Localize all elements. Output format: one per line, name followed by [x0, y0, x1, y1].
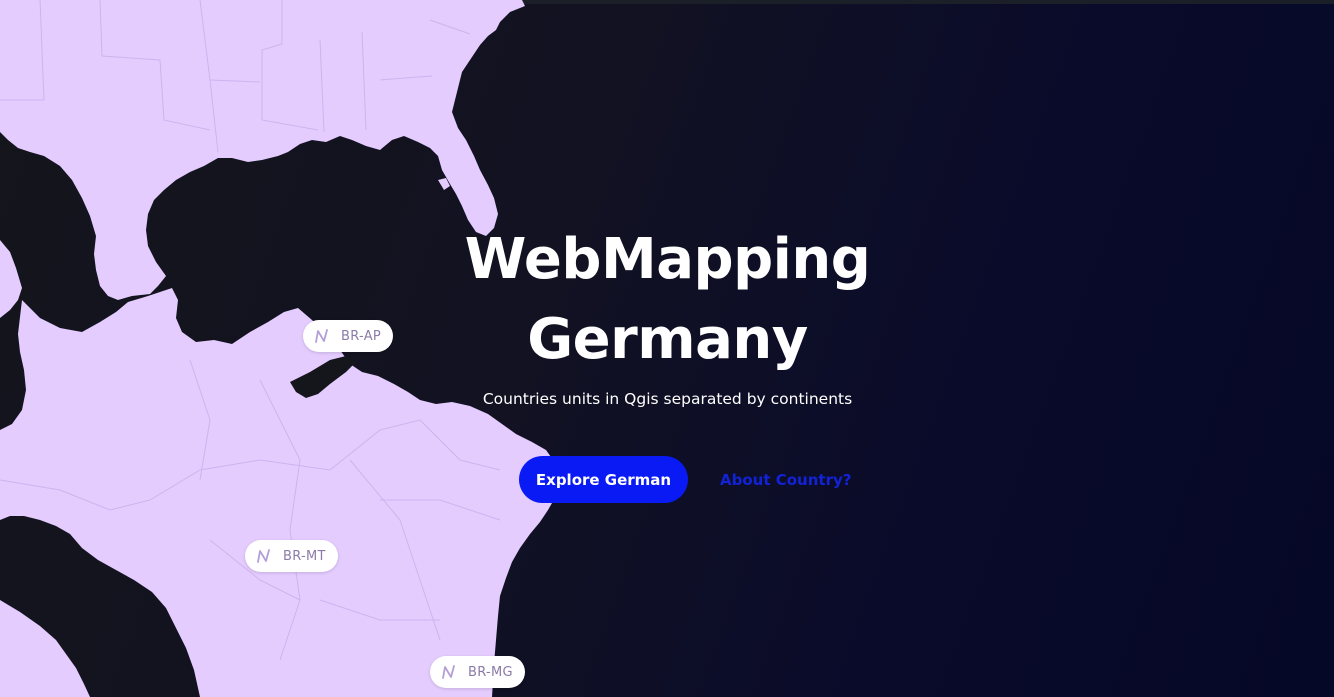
region-label-text: BR-MG — [468, 664, 513, 680]
n-logo-icon — [257, 549, 270, 563]
region-label-br-ap[interactable]: BR-AP — [303, 320, 394, 352]
hero-title: WebMapping Germany — [400, 220, 935, 380]
hero-actions: Explore German About Country? — [519, 456, 851, 503]
hero-title-line1: WebMapping — [464, 227, 871, 292]
hero-title-line2: Germany — [527, 307, 808, 372]
hero-subtitle: Countries units in Qgis separated by con… — [482, 390, 853, 408]
n-logo-icon — [442, 665, 455, 679]
n-logo-icon — [315, 329, 328, 343]
central-america-landmass — [0, 240, 22, 318]
region-label-br-mg[interactable]: BR-MG — [430, 656, 525, 688]
region-label-text: BR-AP — [341, 328, 382, 344]
about-country-link[interactable]: About Country? — [720, 471, 851, 489]
region-label-br-mt[interactable]: BR-MT — [245, 540, 338, 572]
hero-content: WebMapping Germany Countries units in Qg… — [400, 220, 935, 408]
region-label-text: BR-MT — [283, 548, 326, 564]
hero-section: BR-AP BR-MT BR-MG WebMapping Germany Cou… — [0, 0, 1334, 697]
southwest-landmass — [0, 600, 90, 697]
explore-button[interactable]: Explore German — [519, 456, 688, 503]
